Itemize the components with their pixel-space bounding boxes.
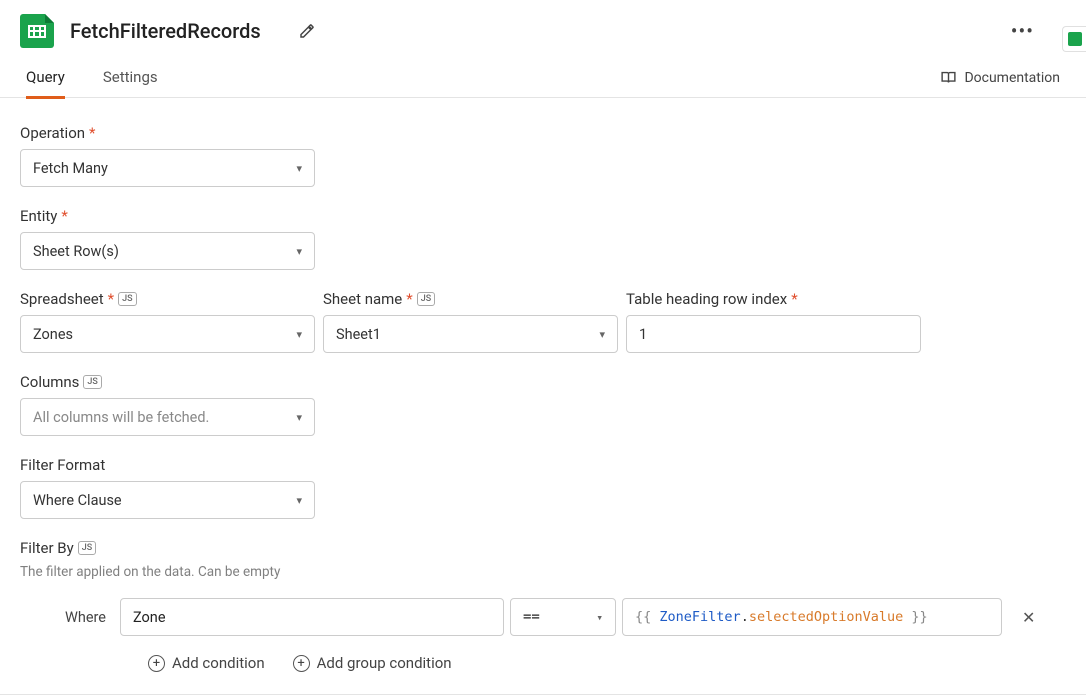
side-datasource-badge[interactable] [1062,26,1086,52]
plus-circle-icon: + [148,655,165,672]
js-badge[interactable]: JS [417,292,435,306]
chevron-down-icon: ▾ [296,328,302,341]
add-condition-row: + Add condition + Add group condition [148,654,1066,672]
filter-format-select[interactable]: Where Clause ▾ [20,481,315,519]
columns-select[interactable]: All columns will be fetched. ▾ [20,398,315,436]
tab-settings[interactable]: Settings [103,58,158,98]
header: FetchFilteredRecords ••• [0,0,1086,58]
spreadsheet-select[interactable]: Zones ▾ [20,315,315,353]
sheet-name-select[interactable]: Sheet1 ▾ [323,315,618,353]
tab-query[interactable]: Query [26,58,65,98]
filter-by-help: The filter applied on the data. Can be e… [20,564,1066,580]
sheets-icon [20,14,54,48]
operation-select[interactable]: Fetch Many ▾ [20,149,315,187]
filter-format-label: Filter Format [20,456,1066,474]
where-row: Where Zone == ▾ {{ ZoneFilter.selectedOp… [20,598,1066,636]
entity-select[interactable]: Sheet Row(s) ▾ [20,232,315,270]
chevron-down-icon: ▾ [296,494,302,507]
documentation-link[interactable]: Documentation [940,69,1060,86]
js-badge[interactable]: JS [83,375,101,389]
chevron-down-icon: ▾ [296,411,302,424]
heading-row-label: Table heading row index* [626,290,921,308]
chevron-down-icon: ▾ [296,162,302,175]
field-entity: Entity* Sheet Row(s) ▾ [20,207,1066,270]
field-spreadsheet: Spreadsheet* JS Zones ▾ [20,290,315,353]
js-badge[interactable]: JS [118,292,136,306]
entity-label: Entity* [20,207,1066,225]
value-expression-input[interactable]: {{ ZoneFilter.selectedOptionValue }} [622,598,1002,636]
field-operation: Operation* Fetch Many ▾ [20,124,1066,187]
tabs: Query Settings Documentation [0,58,1086,98]
chevron-down-icon: ▾ [599,328,605,341]
operator-select[interactable]: == ▾ [510,598,616,636]
field-heading-row: Table heading row index* [626,290,921,353]
js-badge[interactable]: JS [78,541,96,555]
columns-label: Columns JS [20,373,1066,391]
edit-icon[interactable] [299,23,315,39]
add-group-condition-button[interactable]: + Add group condition [293,654,452,672]
field-filter-by: Filter By JS The filter applied on the d… [20,539,1066,672]
page-title: FetchFilteredRecords [70,19,261,43]
remove-condition-icon[interactable]: ✕ [1022,608,1035,627]
chevron-down-icon: ▾ [296,245,302,258]
where-column-input[interactable]: Zone [120,598,504,636]
operation-label: Operation* [20,124,1066,142]
filter-by-label: Filter By JS [20,539,1066,557]
heading-row-input[interactable] [626,315,921,353]
field-columns: Columns JS All columns will be fetched. … [20,373,1066,436]
add-condition-button[interactable]: + Add condition [148,654,265,672]
book-icon [940,69,957,86]
spreadsheet-label: Spreadsheet* JS [20,290,315,308]
field-filter-format: Filter Format Where Clause ▾ [20,456,1066,519]
bottom-divider [0,694,1086,695]
more-icon[interactable]: ••• [1011,19,1034,43]
sheet-name-label: Sheet name* JS [323,290,618,308]
chevron-down-icon: ▾ [596,611,603,624]
form-content: Operation* Fetch Many ▾ Entity* Sheet Ro… [0,98,1086,692]
where-label: Where [20,609,114,626]
field-sheet-name: Sheet name* JS Sheet1 ▾ [323,290,618,353]
plus-circle-icon: + [293,655,310,672]
